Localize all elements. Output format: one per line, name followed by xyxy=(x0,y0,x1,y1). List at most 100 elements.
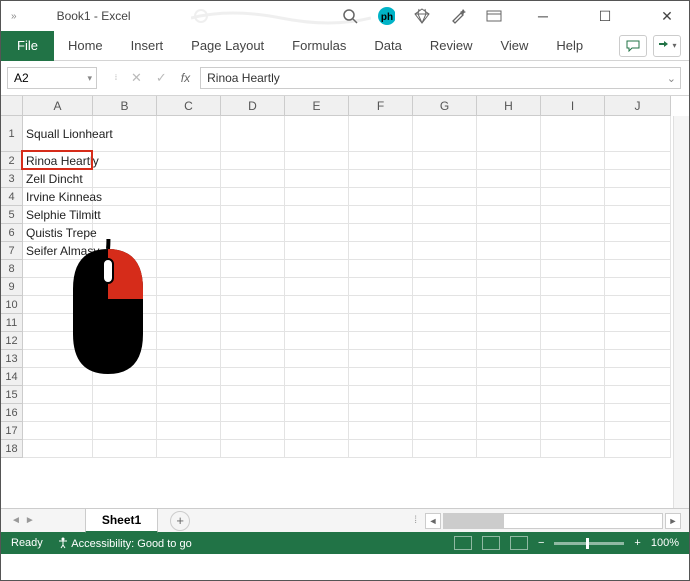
cell-A14[interactable] xyxy=(23,368,93,386)
cell-H4[interactable] xyxy=(477,188,541,206)
cell-J2[interactable] xyxy=(605,152,671,170)
cell-I5[interactable] xyxy=(541,206,605,224)
zoom-level[interactable]: 100% xyxy=(651,537,679,549)
fx-label[interactable]: fx xyxy=(181,71,190,85)
tab-split-handle[interactable]: ⁞ xyxy=(414,515,417,526)
cell-F7[interactable] xyxy=(349,242,413,260)
row-header-10[interactable]: 10 xyxy=(1,296,23,314)
cell-B4[interactable] xyxy=(93,188,157,206)
col-header-A[interactable]: A xyxy=(23,96,93,116)
cell-F18[interactable] xyxy=(349,440,413,458)
vertical-scrollbar[interactable] xyxy=(673,116,689,508)
cell-I13[interactable] xyxy=(541,350,605,368)
row-header-12[interactable]: 12 xyxy=(1,332,23,350)
row-header-2[interactable]: 2 xyxy=(1,152,23,170)
row-header-9[interactable]: 9 xyxy=(1,278,23,296)
cell-D9[interactable] xyxy=(221,278,285,296)
cell-I3[interactable] xyxy=(541,170,605,188)
sheet-nav-next[interactable]: ► xyxy=(25,515,35,526)
cell-G3[interactable] xyxy=(413,170,477,188)
col-header-G[interactable]: G xyxy=(413,96,477,116)
cell-G11[interactable] xyxy=(413,314,477,332)
cell-F5[interactable] xyxy=(349,206,413,224)
cell-B14[interactable] xyxy=(93,368,157,386)
cell-G14[interactable] xyxy=(413,368,477,386)
cell-A16[interactable] xyxy=(23,404,93,422)
cell-C8[interactable] xyxy=(157,260,221,278)
cell-A15[interactable] xyxy=(23,386,93,404)
zoom-slider[interactable] xyxy=(554,542,624,545)
cell-H3[interactable] xyxy=(477,170,541,188)
cell-B6[interactable] xyxy=(93,224,157,242)
cell-E8[interactable] xyxy=(285,260,349,278)
cell-J17[interactable] xyxy=(605,422,671,440)
cell-I12[interactable] xyxy=(541,332,605,350)
ribbon-display-icon[interactable] xyxy=(485,7,503,25)
cell-I16[interactable] xyxy=(541,404,605,422)
cell-A5[interactable]: Selphie Tilmitt xyxy=(23,206,93,224)
name-box[interactable]: A2 xyxy=(7,67,97,89)
cell-G9[interactable] xyxy=(413,278,477,296)
cell-G4[interactable] xyxy=(413,188,477,206)
cell-C10[interactable] xyxy=(157,296,221,314)
cell-D4[interactable] xyxy=(221,188,285,206)
cell-D12[interactable] xyxy=(221,332,285,350)
cell-F13[interactable] xyxy=(349,350,413,368)
cell-J4[interactable] xyxy=(605,188,671,206)
cell-I9[interactable] xyxy=(541,278,605,296)
cell-G6[interactable] xyxy=(413,224,477,242)
row-header-11[interactable]: 11 xyxy=(1,314,23,332)
cell-J10[interactable] xyxy=(605,296,671,314)
cell-H6[interactable] xyxy=(477,224,541,242)
cell-B3[interactable] xyxy=(93,170,157,188)
cell-F12[interactable] xyxy=(349,332,413,350)
cell-G16[interactable] xyxy=(413,404,477,422)
cell-E7[interactable] xyxy=(285,242,349,260)
tab-insert[interactable]: Insert xyxy=(117,31,178,61)
row-header-17[interactable]: 17 xyxy=(1,422,23,440)
search-icon[interactable] xyxy=(341,7,359,25)
cell-C5[interactable] xyxy=(157,206,221,224)
comments-button[interactable] xyxy=(619,35,647,57)
cell-B9[interactable] xyxy=(93,278,157,296)
cell-J5[interactable] xyxy=(605,206,671,224)
cell-J9[interactable] xyxy=(605,278,671,296)
cell-F1[interactable] xyxy=(349,116,413,152)
row-headers[interactable]: 123456789101112131415161718 xyxy=(1,116,23,458)
cell-I8[interactable] xyxy=(541,260,605,278)
cell-E2[interactable] xyxy=(285,152,349,170)
tab-review[interactable]: Review xyxy=(416,31,487,61)
cell-E13[interactable] xyxy=(285,350,349,368)
chevron-right-icon[interactable]: » xyxy=(11,11,17,22)
cell-D11[interactable] xyxy=(221,314,285,332)
cell-C16[interactable] xyxy=(157,404,221,422)
cell-I17[interactable] xyxy=(541,422,605,440)
cell-E10[interactable] xyxy=(285,296,349,314)
col-header-E[interactable]: E xyxy=(285,96,349,116)
tab-view[interactable]: View xyxy=(486,31,542,61)
cell-C3[interactable] xyxy=(157,170,221,188)
cell-H9[interactable] xyxy=(477,278,541,296)
cell-F9[interactable] xyxy=(349,278,413,296)
cell-I7[interactable] xyxy=(541,242,605,260)
cell-J15[interactable] xyxy=(605,386,671,404)
share-button[interactable]: ▾ xyxy=(653,35,681,57)
cell-D14[interactable] xyxy=(221,368,285,386)
cell-H1[interactable] xyxy=(477,116,541,152)
brush-icon[interactable] xyxy=(449,7,467,25)
account-icon[interactable]: ph xyxy=(377,7,395,25)
cell-J1[interactable] xyxy=(605,116,671,152)
row-header-1[interactable]: 1 xyxy=(1,116,23,152)
cell-B5[interactable] xyxy=(93,206,157,224)
cell-G2[interactable] xyxy=(413,152,477,170)
cell-J13[interactable] xyxy=(605,350,671,368)
cell-B7[interactable] xyxy=(93,242,157,260)
row-header-13[interactable]: 13 xyxy=(1,350,23,368)
cell-B8[interactable] xyxy=(93,260,157,278)
cell-E6[interactable] xyxy=(285,224,349,242)
cell-J7[interactable] xyxy=(605,242,671,260)
cell-H8[interactable] xyxy=(477,260,541,278)
cell-D10[interactable] xyxy=(221,296,285,314)
cancel-icon[interactable]: ✕ xyxy=(131,70,142,86)
row-header-8[interactable]: 8 xyxy=(1,260,23,278)
